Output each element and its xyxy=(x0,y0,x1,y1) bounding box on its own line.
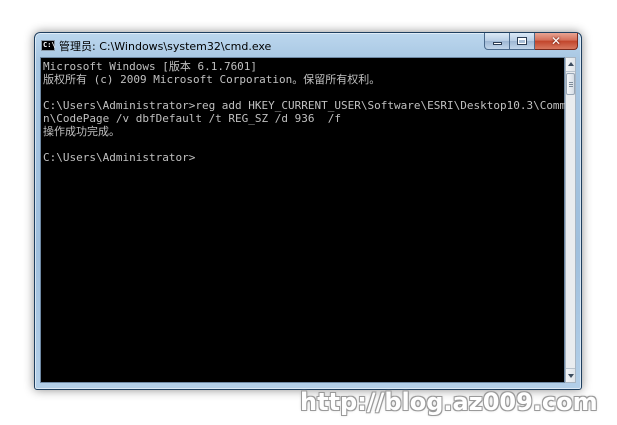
console-output-area[interactable]: Microsoft Windows [版本 6.1.7601] 版权所有 (c) … xyxy=(40,57,573,383)
chevron-down-icon xyxy=(568,374,574,378)
cmd-window: C:\ 管理员: C:\Windows\system32\cmd.exe ✕ M… xyxy=(34,32,582,390)
console-line: n\CodePage /v dbfDefault /t REG_SZ /d 93… xyxy=(43,112,342,125)
console-line: 版权所有 (c) 2009 Microsoft Corporation。保留所有… xyxy=(43,73,381,86)
grip-line xyxy=(569,84,573,85)
maximize-icon xyxy=(517,37,527,45)
console-line: C:\Users\Administrator> xyxy=(43,151,196,164)
grip-line xyxy=(569,82,573,83)
close-button[interactable]: ✕ xyxy=(535,33,578,50)
vertical-scrollbar[interactable] xyxy=(565,57,576,383)
title-bar[interactable]: C:\ 管理员: C:\Windows\system32\cmd.exe ✕ xyxy=(35,33,581,57)
screenshot-stage: C:\ 管理员: C:\Windows\system32\cmd.exe ✕ M… xyxy=(0,0,617,425)
watermark-text: http://blog.az009.com xyxy=(300,388,598,416)
console-app-icon[interactable]: C:\ xyxy=(41,40,56,51)
console-text: Microsoft Windows [版本 6.1.7601] 版权所有 (c) … xyxy=(43,60,573,164)
grip-line xyxy=(569,86,573,87)
scroll-up-button[interactable] xyxy=(566,58,575,72)
minimize-icon xyxy=(493,42,502,45)
console-line: Microsoft Windows [版本 6.1.7601] xyxy=(43,60,258,73)
console-line: 操作成功完成。 xyxy=(43,125,120,138)
minimize-button[interactable] xyxy=(484,33,510,50)
scroll-thumb[interactable] xyxy=(566,73,575,95)
console-line: C:\Users\Administrator>reg add HKEY_CURR… xyxy=(43,99,573,112)
chevron-up-icon xyxy=(568,62,574,66)
maximize-button[interactable] xyxy=(510,33,535,50)
window-title: 管理员: C:\Windows\system32\cmd.exe xyxy=(59,40,272,53)
close-icon: ✕ xyxy=(550,34,562,48)
scroll-down-button[interactable] xyxy=(566,368,575,382)
caption-buttons: ✕ xyxy=(484,33,578,51)
